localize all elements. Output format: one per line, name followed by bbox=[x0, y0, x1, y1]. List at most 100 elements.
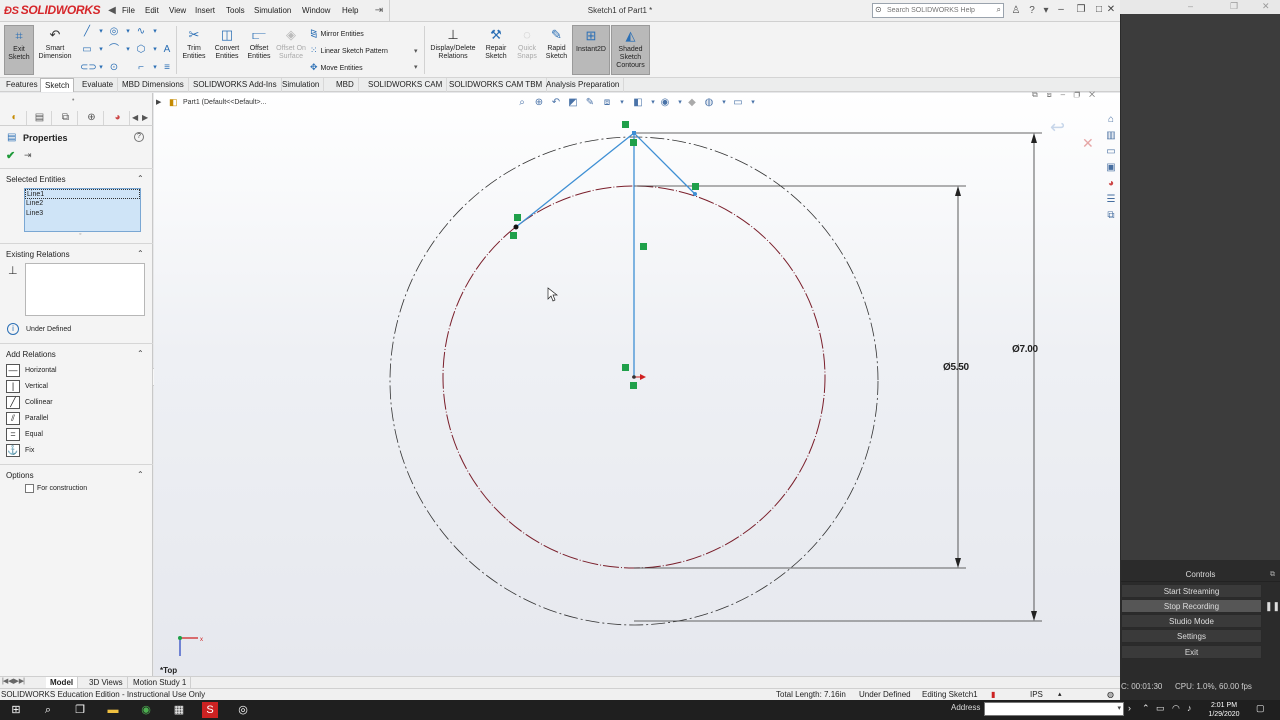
help-icon[interactable]: ? bbox=[134, 132, 144, 142]
apply-scene-icon[interactable]: ◍ bbox=[702, 96, 716, 110]
relation-parallel[interactable]: ⫽ Parallel bbox=[6, 412, 126, 426]
circle-icon[interactable]: ◎ bbox=[107, 26, 121, 38]
menu-tools[interactable]: Tools bbox=[226, 6, 245, 15]
tab-solidworks-cam[interactable]: SOLIDWORKS CAM bbox=[364, 78, 448, 92]
tile-view-icon[interactable]: ⧉ bbox=[1032, 90, 1038, 99]
arc-icon[interactable]: ⌒ bbox=[107, 44, 121, 56]
address-box[interactable]: ▾ bbox=[984, 702, 1124, 716]
file-explorer-icon[interactable]: ▬ bbox=[105, 702, 121, 718]
network-icon[interactable]: ▭ bbox=[1156, 703, 1165, 714]
dimension-inner-diameter[interactable]: Ø5.50 bbox=[943, 362, 969, 373]
pattern-dropdown-icon[interactable]: ▾ bbox=[414, 47, 418, 55]
point-icon[interactable]: ⊙ bbox=[107, 62, 121, 74]
spline-icon[interactable]: ∿ bbox=[134, 26, 148, 38]
ok-check-icon[interactable]: ✔ bbox=[6, 149, 15, 162]
shaded-sketch-contours-button[interactable]: ◭ Shaded Sketch Contours bbox=[611, 25, 650, 75]
user-icon[interactable]: ♙ bbox=[1010, 5, 1022, 17]
calculator-icon[interactable]: ▦ bbox=[171, 702, 187, 718]
relation-equal[interactable]: = Equal bbox=[6, 428, 126, 442]
appearances-icon[interactable]: ◕ bbox=[1104, 177, 1118, 191]
start-windows-icon[interactable]: ⊞ bbox=[8, 702, 24, 718]
unit-system[interactable]: IPS bbox=[1030, 689, 1043, 700]
menu-edit[interactable]: Edit bbox=[145, 6, 159, 15]
list-item[interactable]: Line1 bbox=[25, 189, 140, 199]
display-style-icon[interactable]: ◧ bbox=[631, 96, 645, 110]
move-dropdown-icon[interactable]: ▾ bbox=[414, 63, 418, 71]
solidworks-logo[interactable]: ƉS SOLIDWORKS bbox=[4, 3, 101, 17]
chrome-icon[interactable]: ◉ bbox=[138, 702, 154, 718]
tooltip-icon[interactable]: ◍ bbox=[1107, 689, 1114, 700]
show-hidden-icons-icon[interactable]: ⌃ bbox=[1142, 703, 1150, 714]
view-settings-icon[interactable]: ▭ bbox=[731, 96, 745, 110]
tab-solidworks-addins[interactable]: SOLIDWORKS Add-Ins bbox=[189, 78, 282, 92]
resize-handle-icon[interactable]: ◦ bbox=[79, 231, 81, 238]
slot-dropdown-icon[interactable]: ▾ bbox=[94, 62, 108, 74]
solidworks-taskbar-icon[interactable]: S bbox=[202, 702, 218, 718]
expand-menu-icon[interactable]: ◀ bbox=[106, 5, 118, 17]
relation-collinear[interactable]: ╱ Collinear bbox=[6, 396, 126, 410]
view-orientation-icon[interactable]: ⧈ bbox=[600, 96, 614, 110]
rebuild-icon[interactable]: ▮ bbox=[991, 689, 995, 700]
list-item[interactable]: Line3 bbox=[25, 209, 140, 219]
slot-icon[interactable]: ⊂⊃ bbox=[80, 62, 97, 74]
rectangle-dropdown-icon[interactable]: ▾ bbox=[94, 44, 108, 56]
tab-features[interactable]: Features bbox=[2, 78, 43, 92]
zoom-to-fit-icon[interactable]: ⌕ bbox=[515, 96, 529, 110]
search-icon[interactable]: ⌕ bbox=[40, 702, 56, 718]
split-view-icon[interactable]: ⧈ bbox=[1047, 90, 1052, 99]
pin-icon[interactable]: ⇥ bbox=[373, 5, 385, 17]
go-arrow-icon[interactable]: › bbox=[1128, 703, 1131, 713]
menu-simulation[interactable]: Simulation bbox=[254, 6, 291, 15]
tab-mbd-dimensions[interactable]: MBD Dimensions bbox=[118, 78, 189, 92]
tab-mbd[interactable]: MBD bbox=[332, 78, 359, 92]
text-icon[interactable]: A bbox=[160, 44, 174, 56]
panel-grip[interactable]: • bbox=[72, 97, 74, 104]
list-item[interactable]: Line2 bbox=[25, 199, 140, 209]
wifi-icon[interactable]: ◠ bbox=[1172, 703, 1180, 714]
section-view-icon[interactable]: ◩ bbox=[566, 96, 580, 110]
viewport-minimize-icon[interactable]: – bbox=[1061, 90, 1065, 99]
custom-properties-icon[interactable]: ☰ bbox=[1104, 193, 1118, 207]
feature-manager-icon[interactable]: ◐ bbox=[3, 111, 27, 125]
obs-minimize-icon[interactable]: – bbox=[1188, 1, 1193, 11]
relation-vertical[interactable]: | Vertical bbox=[6, 380, 126, 394]
line-icon[interactable]: ╱ bbox=[80, 26, 94, 38]
forum-icon[interactable]: ⧉ bbox=[1104, 209, 1118, 223]
collapse-chevron-icon[interactable]: ⌃ bbox=[137, 249, 144, 258]
mirror-entities-button[interactable]: ⧎ Mirror Entities bbox=[310, 28, 364, 39]
plane-icon[interactable]: ≡ bbox=[160, 62, 174, 74]
view-settings-dropdown-icon[interactable]: ▾ bbox=[746, 96, 760, 110]
cancel-corner-icon[interactable]: ✕ bbox=[1082, 135, 1094, 152]
file-explorer-icon[interactable]: ▭ bbox=[1104, 145, 1118, 159]
tab-solidworks-cam-tbm[interactable]: SOLIDWORKS CAM TBM bbox=[445, 78, 548, 92]
address-dropdown-icon[interactable]: ▾ bbox=[1117, 704, 1121, 712]
edit-appearance-icon[interactable]: ◆ bbox=[685, 96, 699, 110]
notifications-icon[interactable]: ▢ bbox=[1256, 703, 1265, 714]
obs-taskbar-icon[interactable]: ◎ bbox=[235, 702, 251, 718]
graphics-area[interactable]: x Ø7.00 Ø5.50 ▶ ◧ Part1 (Default<<Defaul… bbox=[154, 90, 1120, 676]
zoom-to-area-icon[interactable]: ⊕ bbox=[532, 96, 546, 110]
convert-entities-button[interactable]: ◫ Convert Entities bbox=[211, 25, 243, 75]
rapid-sketch-button[interactable]: ✎ Rapid Sketch bbox=[542, 25, 571, 75]
fillet-icon[interactable]: ⌐ bbox=[134, 62, 148, 74]
property-manager-tab-icon[interactable]: ▤ bbox=[28, 111, 52, 125]
rectangle-icon[interactable]: ▭ bbox=[80, 44, 94, 56]
taskbar-clock[interactable]: 2:01 PM 1/29/2020 bbox=[1202, 701, 1246, 719]
feature-tree-flyout[interactable]: Part1 (Default<<Default>... bbox=[183, 99, 266, 106]
search-box[interactable]: ⊙ ⌕ bbox=[872, 3, 1004, 18]
tab-analysis-preparation[interactable]: Analysis Preparation bbox=[542, 78, 625, 92]
display-delete-relations-button[interactable]: ⊥ Display/Delete Relations bbox=[426, 25, 480, 75]
polygon-icon[interactable]: ⬡ bbox=[134, 44, 148, 56]
relation-horizontal[interactable]: ― Horizontal bbox=[6, 364, 126, 378]
tree-expand-icon[interactable]: ▶ bbox=[156, 98, 161, 106]
pause-recording-icon[interactable]: ❚❚ bbox=[1265, 601, 1280, 612]
instant2d-button[interactable]: ⊞ Instant2D bbox=[572, 25, 610, 75]
dimxpert-icon[interactable]: ⊕ bbox=[80, 111, 104, 125]
orientation-dropdown-icon[interactable]: ▾ bbox=[615, 96, 629, 110]
volume-icon[interactable]: ♪ bbox=[1187, 703, 1192, 713]
exit-button[interactable]: Exit bbox=[1121, 645, 1262, 659]
menu-file[interactable]: File bbox=[122, 6, 135, 15]
search-input[interactable] bbox=[873, 4, 983, 17]
units-dropdown-icon[interactable]: ▴ bbox=[1058, 689, 1062, 700]
restore-button[interactable]: ❐ bbox=[1074, 3, 1088, 17]
